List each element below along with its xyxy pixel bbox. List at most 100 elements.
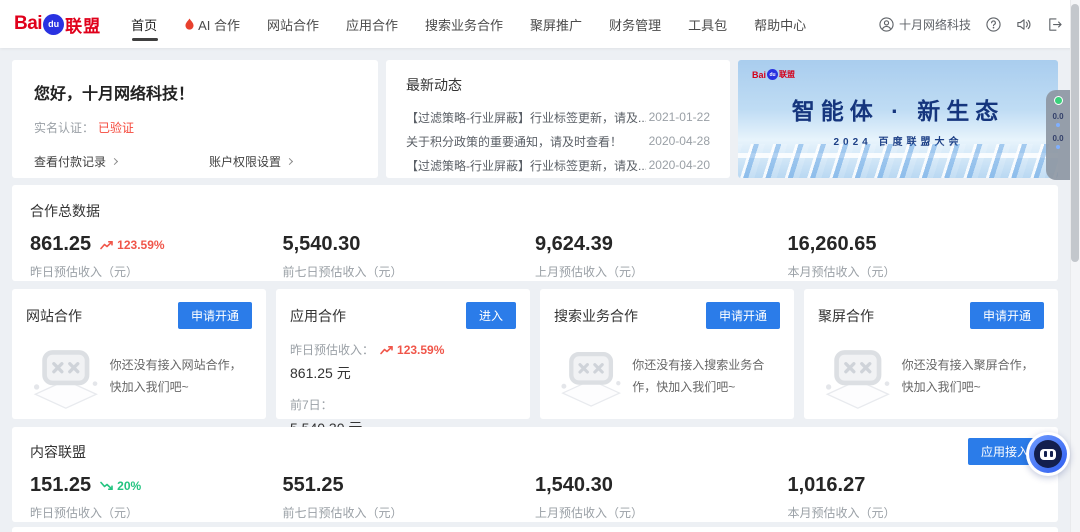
trend-up-icon [100, 240, 114, 250]
trend-badge: 123.59% [380, 343, 444, 357]
robot-face-icon [1034, 440, 1062, 468]
content-union-stats: 151.25 20% 昨日预估收入（元） 551.25 前七日预估收入（元） 1… [30, 474, 1040, 521]
nav-item-toolkit[interactable]: 工具包 [688, 0, 727, 48]
news-title: 最新动态 [406, 75, 710, 95]
question-circle-icon [986, 17, 1001, 32]
stat-prev7days: 5,540.30 前七日预估收入（元） [283, 233, 536, 280]
scrollbar-thumb[interactable] [1071, 4, 1079, 262]
news-item[interactable]: 关于积分政策的重要通知，请及时查看！ 2020-04-28 [406, 129, 710, 153]
app-coop-stats: 昨日预估收入： 123.59% 861.25 元 前7日： 5,540.30 元 [290, 341, 516, 438]
news-date: 2021-01-22 [649, 110, 710, 124]
apply-open-button[interactable]: 申请开通 [706, 302, 780, 329]
logo-bai-text: Bai [14, 13, 42, 35]
greeting-title: 您好，十月网络科技！ [34, 80, 356, 104]
side-widget-stat: 0.0 [1052, 134, 1063, 149]
empty-state: 你还没有接入搜索业务合作，快加入我们吧~ [554, 333, 780, 421]
news-date: 2020-04-20 [649, 158, 710, 172]
dashboard-page: Bai du 联盟 首页 AI 合作 网站合作 应用合作 搜索业务合作 聚屏推广… [0, 0, 1080, 532]
banner-title: 智能体 · 新生态 [738, 92, 1058, 126]
realname-status-badge: 已验证 [98, 121, 134, 135]
card-title: 聚屏合作 [818, 306, 874, 326]
user-menu[interactable]: 十月网络科技 [879, 16, 971, 33]
page-scrollbar[interactable] [1070, 0, 1080, 532]
stat-this-month: 1,016.27 本月预估收入（元） [788, 474, 1041, 521]
baidu-paw-icon: du [43, 14, 64, 35]
content-union-title: 内容联盟 [30, 442, 1040, 462]
trend-badge: 20% [100, 479, 141, 493]
empty-tv-illustration [554, 333, 628, 421]
empty-tv-illustration [26, 333, 106, 421]
speaker-icon [1016, 17, 1032, 32]
trend-down-icon [100, 481, 114, 491]
stat-yesterday: 861.25 123.59% 昨日预估收入（元） [30, 233, 283, 280]
card-title: 搜索业务合作 [554, 306, 638, 326]
empty-state: 你还没有接入网站合作，快加入我们吧~ [26, 333, 252, 421]
promo-banner[interactable]: Bai du 联盟 智能体 · 新生态 2024 百度联盟大会 [738, 60, 1058, 178]
nav-item-help-center[interactable]: 帮助中心 [754, 0, 806, 48]
robot-ring [1029, 435, 1067, 473]
banner-streaks-decoration [738, 144, 1058, 178]
summary-stats: 861.25 123.59% 昨日预估收入（元） 5,540.30 前七日预估收… [30, 233, 1040, 280]
content-union-card: 内容联盟 应用接入 151.25 20% 昨日预估收入（元） 551.2 [12, 427, 1058, 522]
logout-icon [1047, 17, 1062, 32]
apply-open-button[interactable]: 申请开通 [178, 302, 252, 329]
nav-item-home[interactable]: 首页 [131, 0, 157, 48]
baidu-paw-icon: du [767, 69, 778, 80]
announcement-sound-button[interactable] [1016, 17, 1032, 32]
logo-union-text: 联盟 [65, 12, 101, 37]
coop-summary-card: 合作总数据 861.25 123.59% 昨日预估收入（元） 5,540.30 [12, 185, 1058, 281]
trend-badge: 123.59% [100, 238, 164, 252]
side-panel-widget[interactable]: 0.0 0.0 [1046, 90, 1070, 180]
realname-row: 实名认证： 已验证 [34, 119, 356, 136]
logout-button[interactable] [1047, 17, 1062, 32]
payment-records-link[interactable]: 查看付款记录 [34, 153, 117, 170]
quick-links: 查看付款记录 账户权限设置 [34, 153, 356, 170]
empty-state: 你还没有接入聚屏合作，快加入我们吧~ [818, 333, 1044, 421]
card-title: 应用合作 [290, 306, 346, 326]
online-status-dot [1054, 96, 1063, 105]
apply-open-button[interactable]: 申请开通 [970, 302, 1044, 329]
chevron-right-icon [111, 158, 118, 165]
website-coop-card: 网站合作 申请开通 你还没有接入网站合作，快加入我们吧~ [12, 289, 266, 419]
side-widget-stat: 0.0 [1052, 112, 1063, 127]
stat-this-month: 16,260.65 本月预估收入（元） [788, 233, 1041, 280]
stat-last-month: 9,624.39 上月预估收入（元） [535, 233, 788, 280]
nav-item-ai-coop[interactable]: AI 合作 [184, 0, 240, 48]
nav-item-juping-promo[interactable]: 聚屏推广 [530, 0, 582, 48]
news-item[interactable]: 【过滤策略-行业屏蔽】行业标签更新，请及... 2021-01-22 [406, 105, 710, 129]
avatar-icon [879, 17, 894, 32]
topbar-right: 十月网络科技 [879, 16, 1062, 33]
nav-item-app-coop[interactable]: 应用合作 [346, 0, 398, 48]
top-navbar: Bai du 联盟 首页 AI 合作 网站合作 应用合作 搜索业务合作 聚屏推广… [0, 0, 1080, 48]
assistant-robot-button[interactable] [1026, 432, 1070, 476]
news-date: 2020-04-28 [649, 134, 710, 148]
nav-item-finance[interactable]: 财务管理 [609, 0, 661, 48]
account-permission-link[interactable]: 账户权限设置 [209, 153, 292, 170]
search-coop-card: 搜索业务合作 申请开通 你还没有接入搜索业务合作，快加入我们吧~ [540, 289, 794, 419]
nav-item-search-coop[interactable]: 搜索业务合作 [425, 0, 503, 48]
card-title: 网站合作 [26, 306, 82, 326]
juping-coop-card: 聚屏合作 申请开通 你还没有接入聚屏合作，快加入我们吧~ [804, 289, 1058, 419]
app-coop-card: 应用合作 进入 昨日预估收入： 123.59% 861.25 元 前7日： 5,… [276, 289, 530, 419]
stat-prev7days: 551.25 前七日预估收入（元） [283, 474, 536, 521]
user-name: 十月网络科技 [899, 16, 971, 33]
blue-dot-icon [1056, 123, 1060, 127]
enter-button[interactable]: 进入 [466, 302, 516, 329]
chevron-right-icon [286, 158, 293, 165]
stat-last-month: 1,540.30 上月预估收入（元） [535, 474, 788, 521]
stat-yesterday: 151.25 20% 昨日预估收入（元） [30, 474, 283, 521]
next-section-peek [12, 527, 1058, 532]
blue-dot-icon [1056, 145, 1060, 149]
news-item[interactable]: 【过滤策略-行业屏蔽】行业标签更新，请及... 2020-04-20 [406, 153, 710, 177]
realname-label: 实名认证： [34, 121, 94, 135]
greeting-card: 您好，十月网络科技！ 实名认证： 已验证 查看付款记录 账户权限设置 [12, 60, 378, 178]
baidu-union-logo[interactable]: Bai du 联盟 [14, 12, 101, 37]
nav-item-website-coop[interactable]: 网站合作 [267, 0, 319, 48]
latest-news-card: 最新动态 【过滤策略-行业屏蔽】行业标签更新，请及... 2021-01-22 … [386, 60, 730, 178]
banner-logo: Bai du 联盟 [752, 69, 795, 80]
help-button[interactable] [986, 17, 1001, 32]
trend-up-icon [380, 345, 394, 355]
flame-icon [184, 18, 195, 31]
summary-title: 合作总数据 [30, 201, 1040, 221]
empty-tv-illustration [818, 333, 898, 421]
